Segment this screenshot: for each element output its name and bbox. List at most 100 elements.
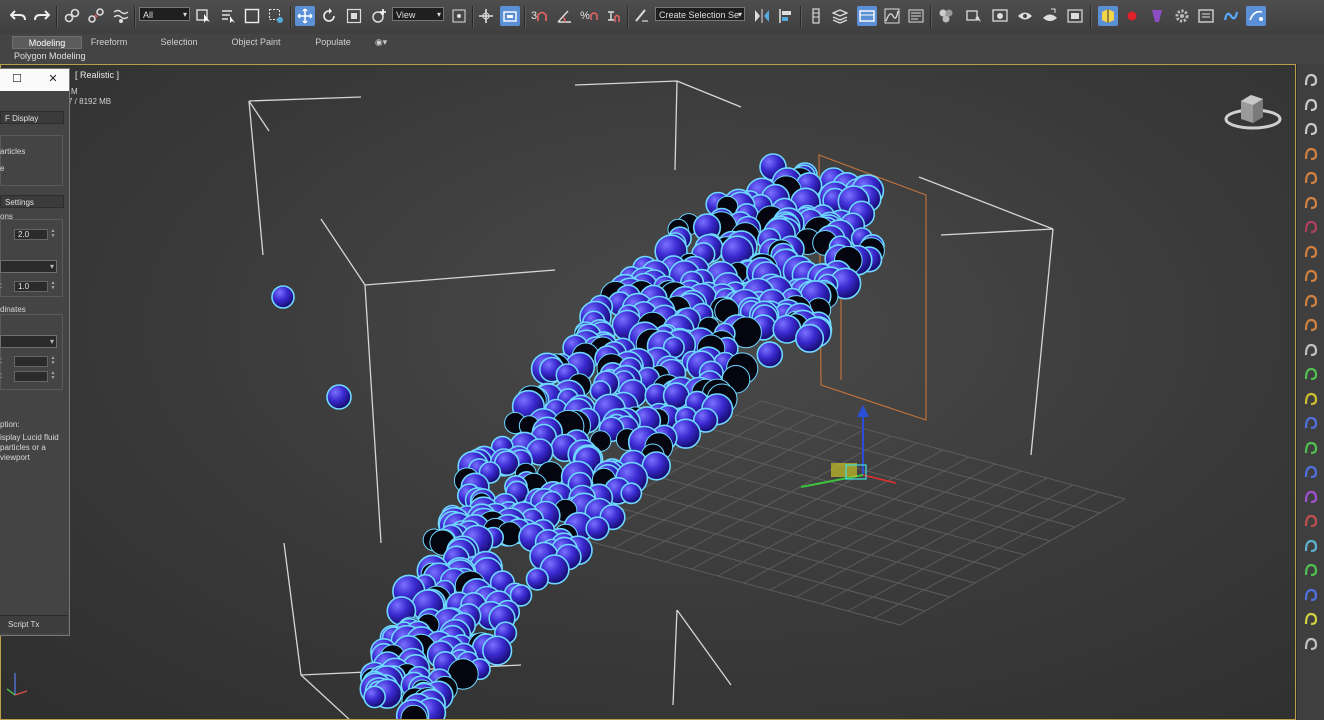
- bend-modifier-icon[interactable]: [1303, 146, 1319, 162]
- close-icon[interactable]: ✕: [46, 72, 60, 86]
- select-object-icon[interactable]: [194, 6, 214, 26]
- maximize-icon[interactable]: ☐: [10, 72, 24, 86]
- place-icon[interactable]: [369, 6, 389, 26]
- redo-icon[interactable]: [32, 6, 52, 26]
- reference-coordinate-dropdown[interactable]: View ▾: [392, 7, 444, 21]
- symmetry-modifier-icon[interactable]: [1303, 391, 1319, 407]
- named-selection-dropdown[interactable]: Create Selection Se ▾: [655, 7, 745, 21]
- polygon-modeling-panel-label[interactable]: Polygon Modeling: [14, 50, 86, 63]
- settings-spinner-2[interactable]: 1.0: [14, 281, 48, 292]
- link-icon[interactable]: [62, 6, 82, 26]
- select-by-name-icon[interactable]: [218, 6, 238, 26]
- script-bar[interactable]: Script Tx: [0, 615, 68, 633]
- layer-explorer-icon[interactable]: [806, 6, 826, 26]
- hierarchy-icon[interactable]: [1303, 72, 1319, 88]
- push-icon[interactable]: [1303, 611, 1319, 627]
- scale-icon[interactable]: [344, 6, 364, 26]
- perspective-viewport[interactable]: [ Realistic ] M 7 / 8192 MB: [0, 64, 1296, 720]
- undo-icon[interactable]: [8, 6, 28, 26]
- taper-modifier-icon[interactable]: [1303, 268, 1319, 284]
- layers-stack-icon[interactable]: [830, 6, 850, 26]
- motion-icon[interactable]: [1303, 121, 1319, 137]
- edit-named-selection-icon[interactable]: [631, 6, 651, 26]
- twist-modifier-icon[interactable]: [1303, 170, 1319, 186]
- select-manipulate-icon[interactable]: [476, 6, 496, 26]
- spinner-arrows-icon[interactable]: ▲ ▼: [50, 229, 56, 240]
- wave-modifier-icon[interactable]: [1303, 195, 1319, 211]
- gravity-icon[interactable]: [1303, 489, 1319, 505]
- angle-snap-icon[interactable]: [555, 6, 575, 26]
- particle-flow-icon[interactable]: [1246, 6, 1266, 26]
- spinner-arrows-icon[interactable]: ▲ ▼: [50, 281, 56, 292]
- path-follow-icon[interactable]: [1303, 587, 1319, 603]
- render-iterative-icon[interactable]: [1040, 6, 1060, 26]
- chevron-down-icon: ▾: [49, 262, 54, 271]
- spinner-arrows-icon[interactable]: ▲ ▼: [50, 371, 56, 382]
- ripple-modifier-icon[interactable]: [1303, 219, 1319, 235]
- particles-option-label[interactable]: articles: [0, 147, 25, 157]
- displace-icon[interactable]: [1303, 562, 1319, 578]
- skew-modifier-icon[interactable]: [1303, 317, 1319, 333]
- rectangular-region-icon[interactable]: [242, 6, 262, 26]
- noise-modifier-icon[interactable]: [1303, 244, 1319, 260]
- coordinates-dropdown[interactable]: ▾: [0, 335, 57, 348]
- fluid-loader-icon[interactable]: [1303, 415, 1319, 431]
- settings-dropdown[interactable]: ▾: [0, 260, 57, 273]
- align-icon[interactable]: [776, 6, 796, 26]
- unlink-icon[interactable]: [86, 6, 106, 26]
- rollout-settings[interactable]: Settings: [0, 195, 64, 208]
- toggle-ribbon-icon[interactable]: [857, 6, 877, 26]
- viewcube-icon[interactable]: [1221, 89, 1285, 137]
- tab-modeling[interactable]: Modeling: [12, 36, 82, 49]
- coordinates-spinner-1[interactable]: [14, 356, 48, 367]
- snap-toggle-icon[interactable]: 3: [529, 6, 549, 26]
- plugin-icon[interactable]: [1098, 6, 1118, 26]
- motor-icon[interactable]: [1303, 636, 1319, 652]
- wind-icon[interactable]: [1303, 464, 1319, 480]
- ribbon-options-icon[interactable]: ◉▾: [370, 36, 392, 49]
- rendered-frame-window-icon[interactable]: [990, 6, 1010, 26]
- record-icon[interactable]: [1122, 6, 1142, 26]
- curve-editor-icon[interactable]: [882, 6, 902, 26]
- coordinates-spinner-2[interactable]: [14, 371, 48, 382]
- pivot-center-icon[interactable]: [449, 6, 469, 26]
- render-setup-icon[interactable]: [964, 6, 984, 26]
- tab-populate[interactable]: Populate: [306, 36, 360, 49]
- settings-spinner-1[interactable]: 2.0: [14, 229, 48, 240]
- window-crossing-icon[interactable]: [266, 6, 286, 26]
- script-tool-icon[interactable]: [1147, 6, 1167, 26]
- bind-space-warp-icon[interactable]: [111, 6, 131, 26]
- drag-icon[interactable]: [1303, 513, 1319, 529]
- viewport-shading-label[interactable]: [ Realistic ]: [75, 70, 119, 80]
- schematic-view-icon[interactable]: [906, 6, 926, 26]
- box-edge-right: [918, 176, 1054, 456]
- gear-icon[interactable]: [1172, 6, 1192, 26]
- tab-selection[interactable]: Selection: [150, 36, 208, 49]
- keyboard-shortcut-override-icon[interactable]: [500, 6, 520, 26]
- material-editor-icon[interactable]: [936, 6, 956, 26]
- panel-toggle-icon[interactable]: [1196, 6, 1216, 26]
- rotate-icon[interactable]: [319, 6, 339, 26]
- stretch-modifier-icon[interactable]: [1303, 293, 1319, 309]
- move-icon[interactable]: [295, 6, 315, 26]
- tab-freeform[interactable]: Freeform: [80, 36, 138, 49]
- vortex-icon[interactable]: [1303, 538, 1319, 554]
- tab-object-paint[interactable]: Object Paint: [222, 36, 290, 49]
- spinner-arrows-icon[interactable]: ▲ ▼: [50, 356, 56, 367]
- fluid-icon[interactable]: [1221, 6, 1241, 26]
- selection-filter-dropdown[interactable]: All ▾: [139, 7, 190, 21]
- option-label[interactable]: e: [0, 164, 4, 174]
- mirror-icon[interactable]: [752, 6, 772, 26]
- shell-modifier-icon[interactable]: [1303, 366, 1319, 382]
- select-modifier-icon[interactable]: [1303, 342, 1319, 358]
- ref-coord-value: View: [396, 10, 416, 20]
- spinner-snap-icon[interactable]: [603, 6, 623, 26]
- render-production-icon[interactable]: [1015, 6, 1035, 26]
- panel-title-bar[interactable]: ☐ ✕: [0, 69, 69, 91]
- display-panel-icon[interactable]: [1303, 97, 1319, 113]
- render-in-cloud-icon[interactable]: [1065, 6, 1085, 26]
- rollout-display[interactable]: F Display: [0, 111, 64, 124]
- particle-icon[interactable]: [1303, 440, 1319, 456]
- toolbar-separator: [290, 6, 292, 28]
- percent-snap-icon[interactable]: %: [579, 6, 599, 26]
